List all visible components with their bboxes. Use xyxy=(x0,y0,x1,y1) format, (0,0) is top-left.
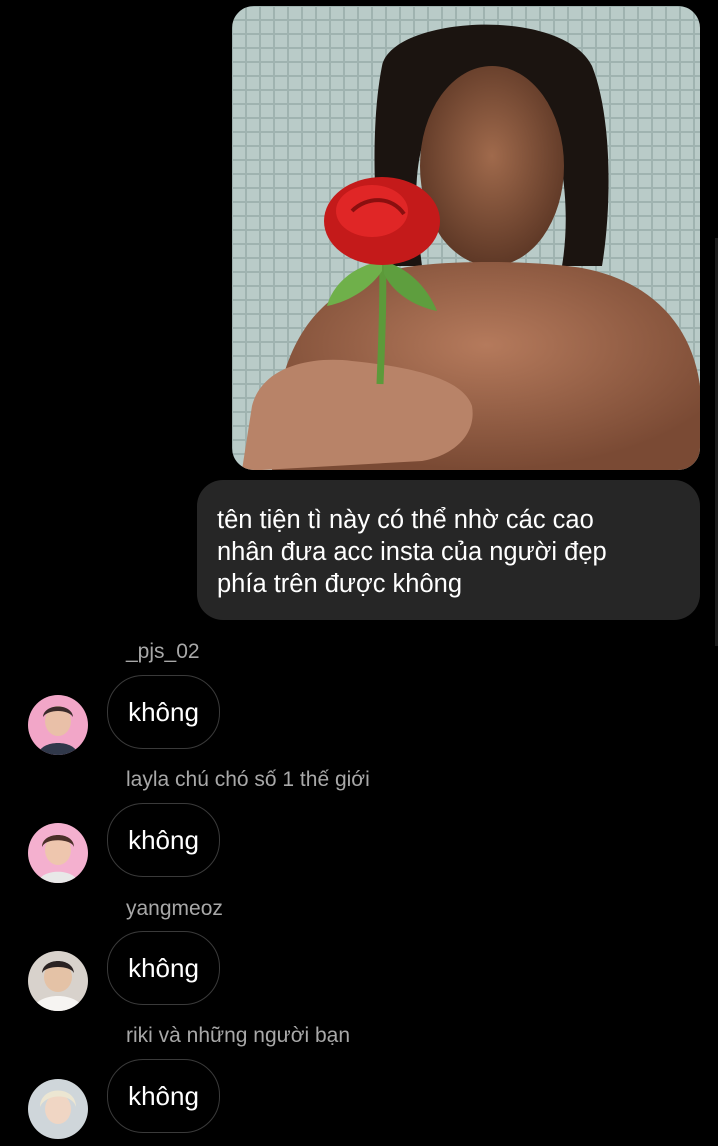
sent-text-line: tên tiện tì này có thể nhờ các cao xyxy=(217,506,594,534)
sent-text-line: phía trên được không xyxy=(217,570,463,598)
reply-bubble[interactable]: không xyxy=(107,931,220,1005)
reply-bubble[interactable]: không xyxy=(107,675,220,749)
sender-name[interactable]: riki và những người bạn xyxy=(126,1024,350,1048)
sender-name[interactable]: _pjs_02 xyxy=(126,640,200,664)
avatar-photo-pink[interactable] xyxy=(28,695,88,755)
sent-text-line: nhân đưa acc insta của người đẹp xyxy=(217,538,607,566)
sender-name[interactable]: layla chú chó số 1 thế giới xyxy=(126,768,370,792)
sender-name[interactable]: yangmeoz xyxy=(126,897,223,921)
avatar-photo-pink[interactable] xyxy=(28,823,88,883)
avatar-photo-blond[interactable] xyxy=(28,1079,88,1139)
reply-bubble[interactable]: không xyxy=(107,803,220,877)
sent-photo-message[interactable] xyxy=(232,6,700,470)
reply-bubble[interactable]: không xyxy=(107,1059,220,1133)
chat-thread: tên tiện tì này có thể nhờ các cao nhân … xyxy=(0,0,718,1146)
sent-text-bubble[interactable]: tên tiện tì này có thể nhờ các cao nhân … xyxy=(197,480,700,620)
photo-image xyxy=(232,6,700,470)
avatar-photo-plush[interactable] xyxy=(28,951,88,1011)
